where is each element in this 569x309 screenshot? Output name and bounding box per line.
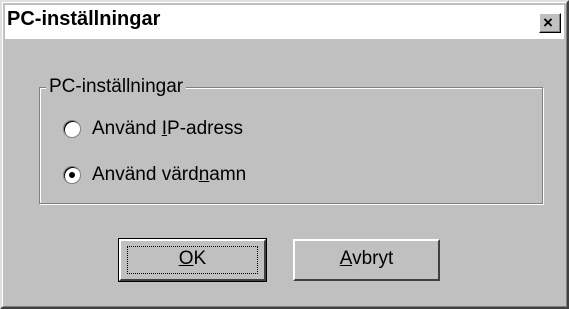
cancel-label-rest: vbryt — [352, 248, 394, 269]
ok-button[interactable]: OK — [118, 238, 267, 282]
window-title: PC-inställningar — [7, 8, 161, 30]
title-bar[interactable]: PC-inställningar × — [5, 5, 564, 39]
cancel-mnemonic: A — [339, 248, 353, 269]
radio-button-ip[interactable] — [63, 120, 81, 138]
radio-use-hostname[interactable]: Använd värdnamn — [63, 163, 246, 187]
radio-label-ip[interactable]: Använd IP-adress — [92, 118, 243, 140]
radio-selected-dot — [69, 172, 75, 178]
dialog-window: PC-inställningar × PC-inställningar Anvä… — [0, 0, 569, 309]
close-icon: × — [543, 13, 553, 32]
radio-button-hostname[interactable] — [63, 166, 81, 184]
focus-rectangle — [127, 246, 258, 274]
close-button[interactable]: × — [539, 13, 561, 33]
cancel-button[interactable]: Avbryt — [293, 239, 440, 281]
radio-use-ip-address[interactable]: Använd IP-adress — [63, 117, 243, 141]
settings-group — [39, 87, 544, 205]
group-label: PC-inställningar — [46, 76, 187, 98]
radio-label-hostname[interactable]: Använd värdnamn — [92, 164, 246, 186]
